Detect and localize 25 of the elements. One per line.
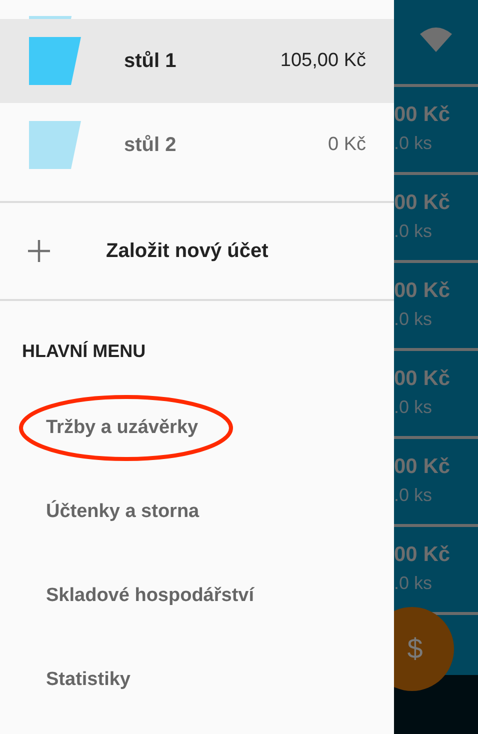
price-text: 00 Kč [394, 367, 452, 391]
price-text: 00 Kč [394, 543, 452, 567]
quantity-text: .0 ks [394, 397, 434, 418]
menu-item[interactable]: Účtenky a storna [46, 501, 200, 523]
menu-item[interactable]: Statistiky [46, 669, 130, 691]
quantity-text: .0 ks [394, 309, 434, 330]
new-account-button[interactable]: Založit nový účet [0, 203, 394, 299]
section-header: HLAVNÍ MENU [21, 340, 147, 363]
table-item[interactable]: stůl 1 105,00 Kč [0, 19, 394, 103]
price-text: 00 Kč [394, 279, 452, 303]
plus-icon [28, 240, 50, 262]
table-amount: 0 Kč [328, 134, 366, 156]
table-name: stůl 1 [124, 50, 178, 72]
price-text: 00 Kč [394, 103, 452, 127]
quantity-text: .0 ks [394, 221, 434, 242]
quantity-text: .0 ks [394, 485, 434, 506]
wifi-icon [420, 26, 452, 52]
table-item[interactable]: stůl 2 0 Kč [0, 103, 394, 187]
table-amount: 105,00 Kč [280, 50, 366, 72]
price-text: 00 Kč [394, 191, 452, 215]
table-name: stůl 2 [124, 134, 178, 156]
price-text: 00 Kč [394, 455, 452, 479]
menu-item[interactable]: Skladové hospodářství [46, 585, 254, 607]
quantity-text: .0 ks [394, 573, 434, 594]
quantity-text: .0 ks [394, 133, 434, 154]
